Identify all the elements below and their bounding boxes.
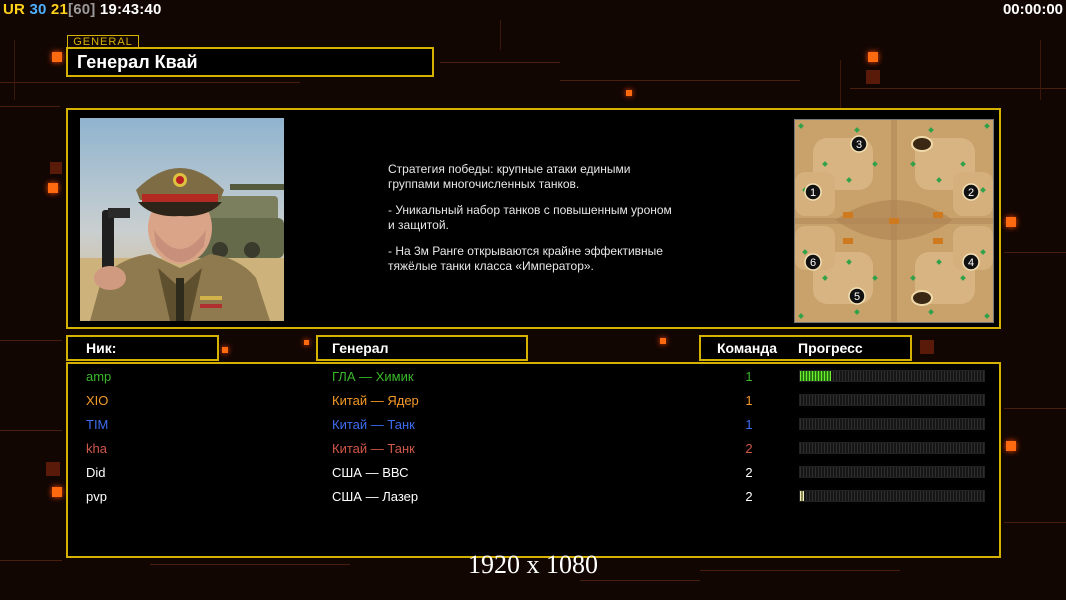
start-position-marker[interactable]: 2 — [962, 183, 980, 201]
player-general: США — Лазер — [332, 489, 419, 504]
player-progress-bar — [799, 370, 985, 382]
player-team: 2 — [745, 441, 753, 456]
start-position-label: 3 — [856, 139, 862, 151]
player-progress-fill — [800, 491, 804, 501]
player-row: TIM Китай — Танк 1 — [68, 414, 999, 438]
clock: 19:43:40 — [99, 1, 162, 18]
start-position-marker[interactable]: 4 — [962, 253, 980, 271]
player-table: amp ГЛА — Химик 1 XIO Китай — Ядер 1 TIM Китай … — [66, 362, 1001, 558]
ur-label: UR — [3, 1, 26, 18]
player-general: Китай — Танк — [332, 441, 415, 456]
start-position-label: 6 — [810, 257, 816, 269]
player-row: kha Китай — Танк 2 — [68, 438, 999, 462]
player-nick: amp — [86, 369, 112, 384]
player-progress-bar — [799, 442, 985, 454]
general-info-panel: Стратегия победы: крупные атаки едиными … — [66, 108, 1001, 329]
start-position-label: 5 — [854, 291, 860, 303]
start-position-label: 1 — [810, 187, 816, 199]
player-row: XIO Китай — Ядер 1 — [68, 390, 999, 414]
player-team: 1 — [745, 369, 753, 384]
general-portrait — [80, 118, 284, 321]
minimap-canvas: 1 2 3 4 5 6 — [795, 120, 993, 322]
ping-value: 21 — [50, 1, 69, 18]
player-nick: XIO — [86, 393, 109, 408]
start-position-label: 4 — [968, 257, 974, 269]
player-nick: TIM — [86, 417, 109, 432]
player-row: amp ГЛА — Химик 1 — [68, 366, 999, 390]
minimap[interactable]: 1 2 3 4 5 6 — [794, 119, 994, 323]
player-general: США — ВВС — [332, 465, 409, 480]
start-position-marker[interactable]: 1 — [804, 183, 822, 201]
team-header: Команда — [717, 340, 777, 356]
resolution-label: 1920 x 1080 — [468, 550, 598, 579]
player-nick: Did — [86, 465, 106, 480]
general-name: Генерал Квай — [66, 47, 434, 77]
player-row: pvp США — Лазер 2 — [68, 486, 999, 510]
progress-header: Прогресс — [798, 340, 863, 356]
player-progress-fill — [800, 371, 832, 381]
player-team: 1 — [745, 393, 753, 408]
network-stats: UR 30 21[60] 19:43:40 — [3, 1, 162, 18]
team-progress-header: Команда Прогресс — [699, 335, 912, 361]
player-nick: kha — [86, 441, 107, 456]
player-progress-bar — [799, 418, 985, 430]
player-general: Китай — Танк — [332, 417, 415, 432]
player-progress-bar — [799, 490, 985, 502]
player-row: Did США — ВВС 2 — [68, 462, 999, 486]
start-position-marker[interactable]: 3 — [850, 135, 868, 153]
start-position-marker[interactable]: 6 — [804, 253, 822, 271]
start-position-label: 2 — [968, 187, 974, 199]
player-progress-bar — [799, 394, 985, 406]
general-header: Генерал — [316, 335, 528, 361]
feature-line: - На 3м Ранге открываются крайне эффекти… — [388, 244, 663, 273]
strategy-line: Стратегия победы: крупные атаки едиными … — [388, 162, 631, 191]
strategy-description: Стратегия победы: крупные атаки едиными … — [388, 162, 768, 285]
fps-value: 30 — [29, 1, 47, 18]
nick-header: Ник: — [66, 335, 219, 361]
start-position-marker[interactable]: 5 — [848, 287, 866, 305]
player-progress-bar — [799, 466, 985, 478]
player-nick: pvp — [86, 489, 107, 504]
ping-max-value: [60] — [68, 1, 96, 18]
player-general: Китай — Ядер — [332, 393, 419, 408]
player-general: ГЛА — Химик — [332, 369, 414, 384]
player-team: 2 — [745, 489, 753, 504]
player-team: 2 — [745, 465, 753, 480]
game-timer: 00:00:00 — [1002, 1, 1063, 18]
feature-line: - Уникальный набор танков с повышенным у… — [388, 203, 672, 232]
player-team: 1 — [745, 417, 753, 432]
